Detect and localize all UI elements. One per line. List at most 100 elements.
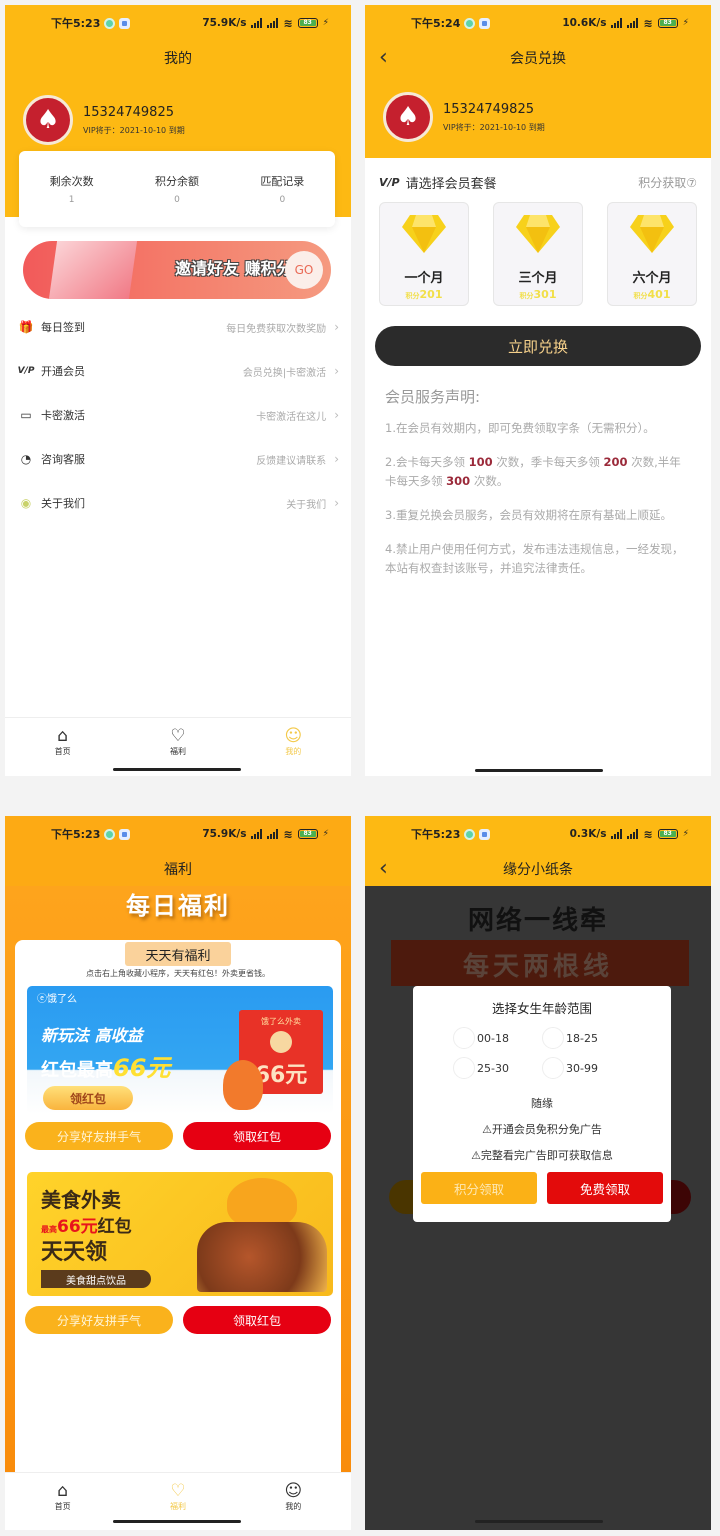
banner-text: 邀请好友 赚积分	[175, 259, 293, 278]
daily-welfare-headline: 每日福利	[126, 892, 230, 920]
status-time: 下午5:23	[51, 828, 101, 841]
nav-bar: ‹ 会员兑换	[365, 41, 711, 75]
tab-welfare[interactable]: ♡ 福利	[148, 726, 208, 757]
tab-welfare[interactable]: ♡ 福利	[148, 1481, 208, 1512]
dialog-actions: 积分领取 免费领取	[421, 1172, 663, 1204]
avatar[interactable]: ♠	[383, 92, 433, 142]
free-claim-button[interactable]: 免费领取	[547, 1172, 663, 1204]
notice-title: 会员服务声明:	[385, 388, 481, 406]
plan-option[interactable]: 一个月 积分201	[379, 202, 469, 306]
plan-list: 一个月 积分201 三个月 积分301 六个月 积分401	[365, 202, 711, 306]
share-button[interactable]: 分享好友拼手气	[25, 1306, 173, 1334]
age-radio[interactable]: 18-25	[542, 1027, 631, 1049]
header-bg: 下午5:23 0.3K/s ≋ 83 ⚡ ‹ 缘分小纸条	[365, 816, 711, 886]
random-option[interactable]: 随缘	[413, 1095, 671, 1111]
stat-matches[interactable]: 匹配记录 0	[260, 173, 304, 205]
wallet-card-icon: ▭	[20, 408, 32, 422]
plan-name: 六个月	[632, 271, 672, 286]
app-notification-icon	[104, 17, 116, 29]
plan-option[interactable]: 六个月 积分401	[607, 202, 697, 306]
service-notice: 会员服务声明: 1.在会员有效期内，即可免费领取字条（无需积分）。 2.会卡每天…	[365, 386, 711, 578]
warning-text: ⚠开通会员免积分免广告	[482, 1123, 602, 1136]
user-phone: 15324749825	[83, 104, 174, 120]
plan-option[interactable]: 三个月 积分301	[493, 202, 583, 306]
avatar[interactable]: ♠	[23, 95, 73, 145]
menu-item-checkin[interactable]: 🎁 每日签到 每日免费获取次数奖励 ›	[5, 305, 351, 349]
age-radio[interactable]: 00-18	[453, 1027, 542, 1049]
tab-home[interactable]: ⌂ 首页	[33, 1481, 93, 1512]
section-title: 请选择会员套餐	[405, 176, 497, 192]
ad-category: 美食甜点饮品	[41, 1270, 151, 1288]
tip-text: 点击右上角收藏小程序，天天有红包！外卖更省钱。	[86, 969, 270, 978]
signal-icon	[611, 18, 623, 28]
menu-item-support[interactable]: ◔ 咨询客服 反馈建议请联系 ›	[5, 437, 351, 481]
everyday-tag: 天天有福利	[125, 942, 231, 966]
menu-item-card-activate[interactable]: ▭ 卡密激活 卡密激活在这儿 ›	[5, 393, 351, 437]
claim-redpacket-button[interactable]: 领取红包	[183, 1306, 331, 1334]
signal-icon	[267, 829, 279, 839]
go-button[interactable]: GO	[285, 251, 323, 289]
radio-circle-icon	[453, 1057, 475, 1079]
spade-mask-icon: ♠	[36, 105, 60, 135]
age-radio[interactable]: 30-99	[542, 1057, 631, 1079]
food-delivery-ad-banner[interactable]: 美食外卖 最高66元红包 天天领 美食甜点饮品	[27, 1172, 333, 1296]
status-time: 下午5:23	[411, 828, 461, 841]
chevron-right-icon: ›	[334, 320, 339, 334]
claim-redpacket-button[interactable]: 领取红包	[183, 1122, 331, 1150]
spade-mask-icon: ♠	[396, 102, 420, 132]
profile-header: ♠ 15324749825 VIP将于：2021-10-10 到期	[365, 75, 711, 153]
eleme-ad-banner[interactable]: ⓔ饿了么 新玩法 高收益 红包最高66元 领红包 饿了么外卖 66元	[27, 986, 333, 1114]
invite-banner[interactable]: 邀请好友 赚积分 GO	[23, 241, 331, 299]
chevron-right-icon: ›	[334, 452, 339, 466]
screen-profile: 下午5:23 75.9K/s ≋ 83 ⚡ 我的 ♠ 15324749825 VIP将…	[5, 5, 351, 776]
menu-item-vip[interactable]: V/P 开通会员 会员兑换|卡密激活 ›	[5, 349, 351, 393]
notice-item: 1.在会员有效期内，即可免费领取字条（无需积分）。	[385, 421, 655, 435]
ad-headline: 美食外卖	[41, 1188, 121, 1212]
back-icon[interactable]: ‹	[379, 856, 388, 881]
vip-icon: V/P	[17, 366, 35, 376]
home-indicator[interactable]	[475, 1520, 603, 1523]
menu-subtitle: 卡密激活在这儿	[256, 411, 327, 423]
signal-icon	[267, 18, 279, 28]
user-icon: ☺	[284, 1481, 303, 1501]
heart-icon: ♡	[170, 1481, 186, 1501]
home-icon: ⌂	[57, 1481, 69, 1501]
ad1-actions: 分享好友拼手气 领取红包	[25, 1122, 331, 1150]
share-button[interactable]: 分享好友拼手气	[25, 1122, 173, 1150]
radio-circle-icon	[542, 1057, 564, 1079]
wifi-icon: ≋	[643, 827, 653, 841]
redeem-button[interactable]: 立即兑换	[375, 326, 701, 366]
tab-bar: ⌂ 首页 ♡ 福利 ☺ 我的	[5, 717, 351, 765]
home-indicator[interactable]	[113, 768, 241, 771]
status-bar: 下午5:24 10.6K/s ≋ 83 ⚡	[365, 5, 711, 41]
home-indicator[interactable]	[113, 1520, 241, 1523]
radio-circle-icon	[542, 1027, 564, 1049]
signal-icon	[627, 18, 639, 28]
battery-icon: 83	[297, 18, 318, 28]
get-redpacket-pill[interactable]: 领红包	[43, 1086, 133, 1110]
vip-expiry: VIP将于：2021-10-10 到期	[443, 122, 545, 132]
back-icon[interactable]: ‹	[379, 45, 388, 70]
notice-item: 2.会卡每天多领 100 次数，季卡每天多领 200 次数,半年卡每天多领 30…	[385, 455, 681, 488]
stat-label: 剩余次数	[49, 175, 94, 188]
network-speed: 10.6K/s	[562, 17, 607, 29]
stat-remaining[interactable]: 剩余次数 1	[50, 173, 94, 205]
status-bar: 下午5:23 75.9K/s ≋ 83 ⚡	[5, 816, 351, 852]
home-indicator[interactable]	[475, 769, 603, 772]
diamond-icon	[630, 215, 674, 253]
get-points-link[interactable]: 积分获取⑦	[638, 174, 697, 191]
tab-mine[interactable]: ☺ 我的	[263, 726, 323, 757]
stat-points[interactable]: 积分余额 0	[155, 173, 199, 205]
tab-home[interactable]: ⌂ 首页	[33, 726, 93, 757]
tab-mine[interactable]: ☺ 我的	[263, 1481, 323, 1512]
menu-item-about[interactable]: ◉ 关于我们 关于我们 ›	[5, 481, 351, 525]
notice-item: 3.重复兑换会员服务，会员有效期将在原有基础上顺延。	[385, 508, 672, 522]
signal-icon	[251, 18, 263, 28]
age-radio[interactable]: 25-30	[453, 1057, 542, 1079]
charging-icon: ⚡	[682, 18, 689, 28]
points-claim-button[interactable]: 积分领取	[421, 1172, 537, 1204]
menu-subtitle: 每日免费获取次数奖励	[226, 323, 327, 335]
charging-icon: ⚡	[322, 829, 329, 839]
app-notification-icon	[464, 17, 476, 29]
nav-bar: 福利	[5, 852, 351, 886]
